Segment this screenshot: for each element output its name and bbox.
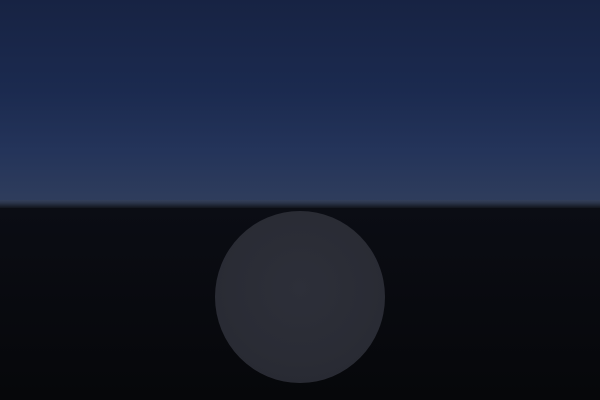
- game-viewport[interactable]: [0, 0, 600, 400]
- sky: [0, 0, 600, 202]
- sphere: [215, 211, 385, 383]
- horizon-line: [0, 200, 600, 208]
